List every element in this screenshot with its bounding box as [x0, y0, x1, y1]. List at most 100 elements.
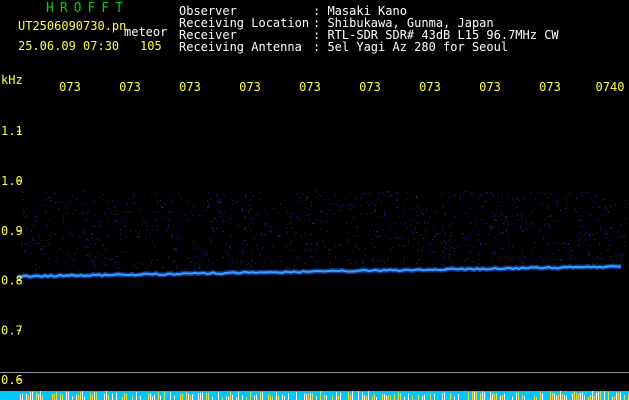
- noise-pixel: [517, 219, 519, 221]
- noise-pixel: [376, 230, 378, 232]
- noise-pixel: [298, 218, 300, 220]
- y-axis-ticks: 1.11.00.90.80.70.6: [1, 124, 23, 387]
- noise-pixel: [399, 263, 401, 264]
- noise-pixel: [71, 223, 73, 225]
- noise-pixel: [551, 253, 553, 255]
- noise-pixel: [265, 223, 267, 225]
- noise-pixel: [259, 253, 261, 255]
- noise-pixel: [257, 214, 259, 216]
- noise-pixel: [314, 191, 316, 193]
- noise-pixel: [607, 215, 609, 217]
- noise-pixel: [95, 256, 97, 258]
- noise-pixel: [408, 240, 410, 242]
- noise-pixel: [58, 201, 60, 203]
- noise-pixel: [623, 255, 625, 257]
- noise-pixel: [101, 254, 103, 256]
- noise-pixel: [521, 260, 523, 262]
- noise-pixel: [587, 245, 589, 247]
- noise-pixel: [436, 195, 438, 197]
- noise-pixel: [340, 244, 342, 246]
- noise-pixel: [354, 263, 356, 265]
- noise-pixel: [442, 226, 444, 228]
- noise-pixel: [236, 269, 237, 271]
- bottom-spike: [72, 396, 73, 400]
- noise-pixel: [126, 215, 128, 217]
- noise-pixel: [311, 243, 313, 245]
- noise-pixel: [244, 251, 246, 253]
- noise-pixel: [376, 235, 378, 237]
- noise-pixel: [39, 235, 41, 237]
- noise-pixel: [588, 233, 590, 235]
- noise-pixel: [386, 191, 388, 193]
- noise-pixel: [271, 259, 273, 261]
- noise-pixel: [360, 193, 362, 195]
- noise-pixel: [37, 242, 39, 244]
- noise-pixel: [191, 213, 193, 215]
- noise-pixel: [200, 262, 202, 264]
- noise-pixel: [134, 202, 136, 204]
- noise-pixel: [329, 233, 331, 235]
- noise-pixel: [383, 260, 385, 262]
- bottom-spike: [332, 395, 333, 400]
- noise-pixel: [23, 211, 25, 213]
- noise-pixel: [156, 225, 158, 227]
- noise-pixel: [323, 199, 325, 201]
- noise-pixel: [303, 245, 305, 247]
- noise-pixel: [493, 237, 495, 239]
- noise-pixel: [451, 246, 453, 248]
- noise-pixel: [250, 248, 252, 250]
- noise-pixel: [214, 245, 216, 246]
- noise-pixel: [175, 244, 177, 246]
- noise-pixel: [335, 256, 337, 258]
- noise-pixel: [445, 248, 447, 250]
- noise-pixel: [256, 245, 258, 247]
- noise-pixel: [304, 211, 306, 213]
- noise-pixel: [264, 226, 266, 228]
- noise-pixel: [484, 200, 486, 202]
- noise-pixel: [186, 199, 188, 201]
- noise-pixel: [517, 215, 519, 217]
- bottom-spike: [170, 392, 171, 400]
- noise-pixel: [388, 241, 390, 243]
- noise-pixel: [291, 221, 293, 223]
- bottom-spike: [96, 392, 97, 400]
- noise-pixel: [25, 249, 26, 251]
- noise-pixel: [45, 211, 47, 212]
- noise-pixel: [445, 243, 447, 245]
- noise-pixel: [25, 216, 27, 218]
- noise-pixel: [494, 253, 496, 255]
- noise-pixel: [553, 220, 555, 222]
- noise-pixel: [491, 259, 493, 261]
- noise-pixel: [280, 203, 282, 205]
- noise-pixel: [349, 192, 351, 194]
- noise-pixel: [354, 206, 356, 208]
- noise-pixel: [594, 218, 596, 220]
- noise-pixel: [289, 249, 291, 251]
- noise-pixel: [465, 197, 467, 199]
- bottom-spike: [398, 392, 399, 400]
- noise-pixel: [304, 219, 306, 221]
- noise-pixel: [596, 250, 598, 252]
- x-tick-label: 073: [239, 80, 261, 94]
- noise-pixel: [229, 191, 231, 193]
- bottom-spike: [140, 396, 141, 400]
- noise-pixel: [420, 210, 422, 212]
- noise-pixel: [626, 265, 628, 267]
- bottom-spike: [484, 392, 485, 400]
- bottom-spike: [400, 393, 401, 400]
- noise-pixel: [59, 248, 61, 250]
- noise-pixel: [168, 256, 170, 258]
- noise-pixel: [583, 234, 585, 236]
- bottom-spike: [596, 392, 597, 400]
- noise-pixel: [549, 215, 551, 216]
- noise-pixel: [562, 242, 564, 244]
- noise-pixel: [263, 262, 265, 264]
- noise-pixel: [55, 191, 57, 193]
- noise-pixel: [599, 242, 601, 244]
- noise-pixel: [472, 193, 474, 194]
- noise-pixel: [409, 225, 411, 227]
- noise-pixel: [158, 211, 159, 213]
- bottom-spike: [336, 392, 337, 400]
- noise-pixel: [280, 260, 282, 262]
- noise-pixel: [501, 206, 503, 208]
